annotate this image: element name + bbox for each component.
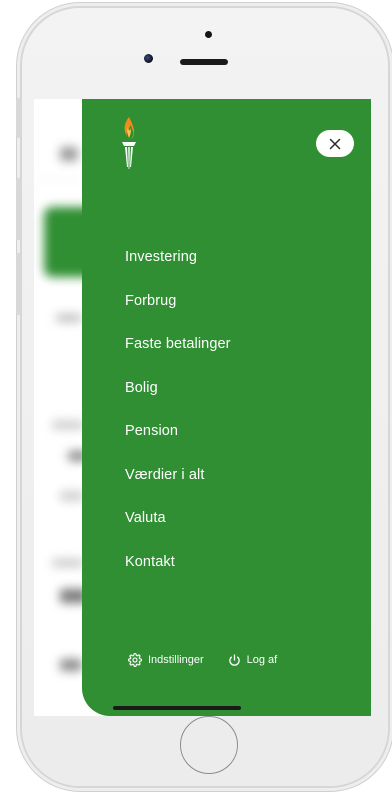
menu-item-vaerdier-i-alt[interactable]: Værdier i alt: [125, 464, 231, 508]
earpiece-speaker: [180, 59, 228, 65]
navigation-drawer: Investering Forbrug Faste betalinger Bol…: [82, 99, 371, 716]
close-icon: [329, 138, 341, 149]
menu-item-pension[interactable]: Pension: [125, 420, 231, 464]
home-indicator: [113, 706, 241, 710]
power-icon: [228, 653, 240, 666]
menu-footer: Indstillinger Log af: [128, 653, 277, 667]
home-button[interactable]: [180, 716, 238, 774]
settings-label: Indstillinger: [148, 654, 204, 666]
logout-label: Log af: [246, 654, 278, 666]
menu-item-faste-betalinger[interactable]: Faste betalinger: [125, 333, 231, 377]
volume-up-button: [16, 178, 21, 240]
volume-down-button: [16, 253, 21, 315]
mute-switch: [16, 98, 21, 138]
menu-item-kontakt[interactable]: Kontakt: [125, 551, 231, 595]
phone-screen: Investering Forbrug Faste betalinger Bol…: [34, 99, 371, 716]
gear-icon: [128, 653, 142, 667]
menu-item-valuta[interactable]: Valuta: [125, 507, 231, 551]
menu-item-bolig[interactable]: Bolig: [125, 377, 231, 421]
front-camera: [144, 54, 153, 63]
close-menu-button[interactable]: [316, 130, 354, 157]
menu-item-forbrug[interactable]: Forbrug: [125, 290, 231, 334]
proximity-sensor: [205, 31, 212, 38]
logout-link[interactable]: Log af: [228, 653, 278, 667]
menu-item-investering[interactable]: Investering: [125, 246, 231, 290]
settings-link[interactable]: Indstillinger: [128, 653, 204, 667]
menu-list: Investering Forbrug Faste betalinger Bol…: [125, 246, 231, 594]
torch-logo-icon: [122, 117, 136, 169]
